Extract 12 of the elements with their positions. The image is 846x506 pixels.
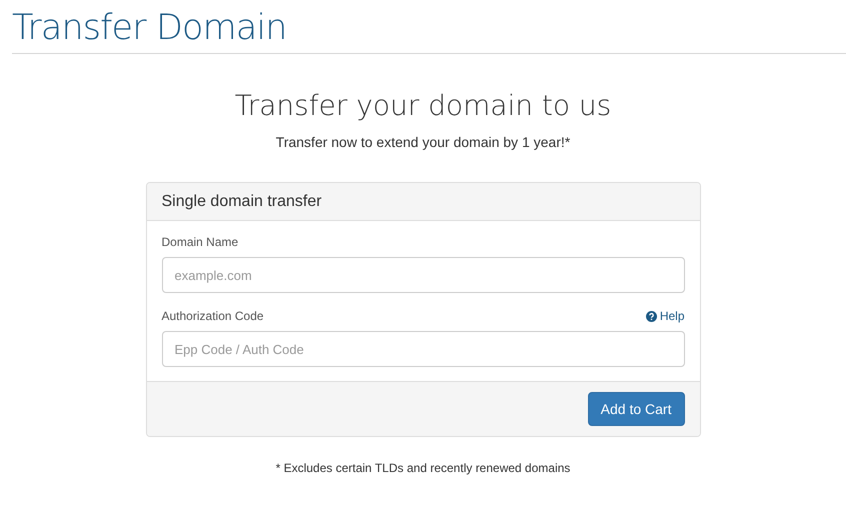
help-link[interactable]: Help	[646, 307, 684, 325]
field-label: Domain Name	[162, 234, 238, 251]
heading: Transfer your domain to us	[234, 88, 612, 124]
input-field[interactable]: Epp Code / Auth Code	[162, 331, 684, 367]
field-label: Authorization Code	[162, 308, 264, 325]
footnote: * Excludes certain TLDs and recently renewed domains	[276, 460, 570, 477]
add-to-cart-button[interactable]: Add to Cart	[588, 392, 684, 426]
subheading: Transfer now to extend your domain by 1 year!*	[276, 133, 570, 152]
page-title: Transfer Domain	[12, 7, 288, 50]
card-title: Single domain transfer	[162, 192, 322, 212]
help-icon	[646, 310, 657, 322]
input-field[interactable]: example.com	[162, 257, 684, 293]
